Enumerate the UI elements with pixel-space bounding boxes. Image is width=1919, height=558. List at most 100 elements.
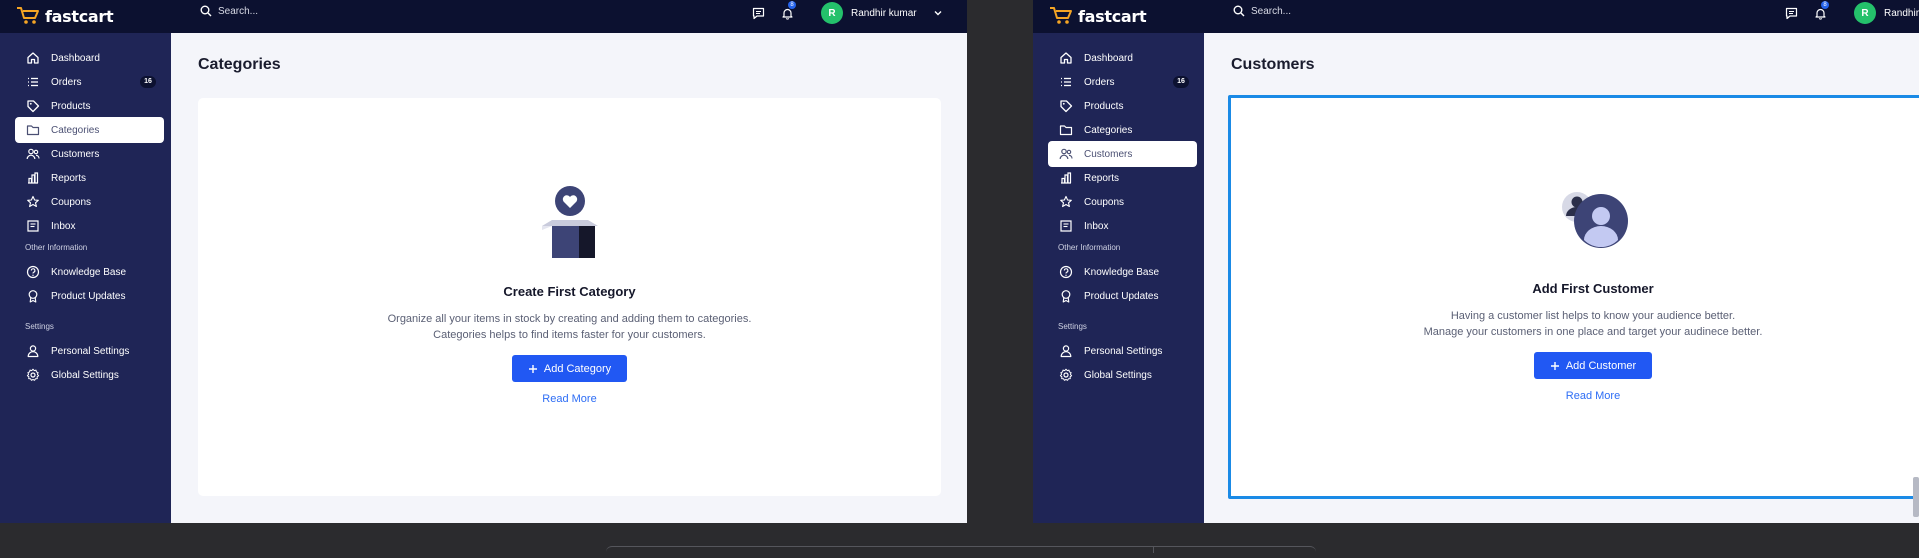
chevron-down-icon [934,11,942,16]
search-input[interactable]: Search... [1233,4,1291,18]
empty-state-title: Create First Category [503,284,636,299]
empty-state-description-line: Categories helps to find items faster fo… [433,329,706,341]
home-icon [1058,50,1074,66]
scrollbar-thumb[interactable] [1913,477,1919,517]
customers-window: fastcart Search... 8 R Randhir Dashboard [1033,0,1919,523]
folder-icon [1058,122,1074,138]
sidebar: Dashboard Orders 16 Products Categories … [1033,33,1204,523]
sidebar-item-products[interactable]: Products [15,93,164,119]
plus-icon [528,364,537,373]
help-circle-icon [25,264,41,280]
settings-icon [1058,367,1074,383]
message-icon [1785,7,1797,19]
bottom-toolbar-edge [606,546,1316,558]
orders-count-badge: 16 [1173,76,1189,88]
customer-avatar-illustration [1553,183,1633,263]
empty-state-description: Having a customer list helps to know you… [1231,308,1919,340]
page-title: Categories [198,56,281,73]
avatar: R [821,2,843,24]
section-label-settings: Settings [1058,322,1087,331]
brand-name: fastcart [1078,6,1147,26]
notifications-button[interactable]: 8 [1810,1,1830,23]
sidebar-item-customers[interactable]: Customers [1048,141,1197,167]
sidebar-item-orders[interactable]: Orders 16 [1048,69,1197,95]
add-customer-button[interactable]: Add Customer [1533,352,1653,379]
sidebar-item-global-settings[interactable]: Global Settings [15,362,164,388]
add-category-button[interactable]: Add Category [511,355,628,382]
sidebar-item-orders[interactable]: Orders 16 [15,69,164,95]
read-more-link[interactable]: Read More [198,393,941,405]
sidebar-item-knowledge-base[interactable]: Knowledge Base [1048,259,1197,285]
brand-logo[interactable]: fastcart [1049,4,1147,28]
empty-state-card: Create First Category Organize all your … [198,98,941,496]
top-actions: 8 R Randhir kumar [748,1,943,24]
sidebar-item-inbox[interactable]: Inbox [15,213,164,239]
sidebar-item-reports[interactable]: Reports [1048,165,1197,191]
sidebar-item-coupons[interactable]: Coupons [15,189,164,215]
sidebar-item-product-updates[interactable]: Product Updates [1048,283,1197,309]
sidebar-item-products[interactable]: Products [1048,93,1197,119]
sidebar-item-label: Knowledge Base [1084,266,1160,278]
sidebar-item-label: Global Settings [1084,369,1152,381]
sidebar-item-inbox[interactable]: Inbox [1048,213,1197,239]
list-icon [25,74,41,90]
search-placeholder: Search... [218,5,259,17]
inbox-icon [25,218,41,234]
sidebar-item-personal-settings[interactable]: Personal Settings [1048,338,1197,364]
brand-logo[interactable]: fastcart [16,4,114,28]
user-icon [25,343,41,359]
page-title: Customers [1231,56,1315,73]
user-name: Randhir kumar [851,7,917,19]
sidebar-item-label: Inbox [1084,220,1109,232]
tag-icon [25,98,41,114]
read-more-link[interactable]: Read More [1231,390,1919,402]
add-category-label: Add Category [543,362,612,375]
tag-icon [1058,98,1074,114]
messages-button[interactable] [1781,3,1801,23]
sidebar-item-knowledge-base[interactable]: Knowledge Base [15,259,164,285]
sidebar-item-label: Global Settings [51,369,119,381]
sidebar-item-label: Reports [1084,172,1120,184]
bar-chart-icon [1058,170,1074,186]
notifications-button[interactable]: 8 [777,1,797,23]
sidebar-item-label: Product Updates [51,290,126,302]
sidebar-item-label: Reports [51,172,87,184]
sidebar-item-personal-settings[interactable]: Personal Settings [15,338,164,364]
top-bar: fastcart Search... 8 R Randhir kumar [0,0,967,33]
search-placeholder: Search... [1251,5,1292,17]
sidebar-item-label: Knowledge Base [51,266,127,278]
sidebar-item-label: Personal Settings [51,345,130,357]
sidebar-item-dashboard[interactable]: Dashboard [1048,45,1197,71]
user-name: Randhir [1884,7,1919,19]
sidebar-item-label: Products [1084,100,1124,112]
bar-chart-icon [25,170,41,186]
user-menu[interactable]: R Randhir [1854,2,1919,24]
empty-state-description-line: Organize all your items in stock by crea… [387,313,752,325]
messages-button[interactable] [748,3,768,23]
empty-state: Add First Customer Having a customer lis… [1231,183,1919,402]
sidebar-item-categories[interactable]: Categories [1048,117,1197,143]
empty-state-description-line: Manage your customers in one place and t… [1423,326,1763,338]
search-input[interactable]: Search... [200,4,258,18]
sidebar-item-product-updates[interactable]: Product Updates [15,283,164,309]
award-icon [25,288,41,304]
sidebar-item-dashboard[interactable]: Dashboard [15,45,164,71]
settings-icon [25,367,41,383]
sidebar-item-label: Categories [1084,124,1133,136]
bottom-toolbar-divider [1153,546,1154,553]
sidebar-item-customers[interactable]: Customers [15,141,164,167]
users-icon [1058,146,1074,162]
sidebar-item-label: Personal Settings [1084,345,1163,357]
sidebar-item-reports[interactable]: Reports [15,165,164,191]
user-menu[interactable]: R Randhir kumar [821,2,943,24]
sidebar-item-global-settings[interactable]: Global Settings [1048,362,1197,388]
sidebar-item-label: Orders [51,76,82,88]
sidebar-item-coupons[interactable]: Coupons [1048,189,1197,215]
sidebar-item-label: Customers [1084,148,1133,160]
top-actions: 8 R Randhir [1781,1,1919,24]
home-icon [25,50,41,66]
categories-window: fastcart Search... 8 R Randhir kumar Das… [0,0,967,523]
empty-state-description-line: Having a customer list helps to know you… [1450,310,1736,322]
sidebar-item-categories[interactable]: Categories [15,117,164,143]
category-box-illustration [530,186,610,266]
